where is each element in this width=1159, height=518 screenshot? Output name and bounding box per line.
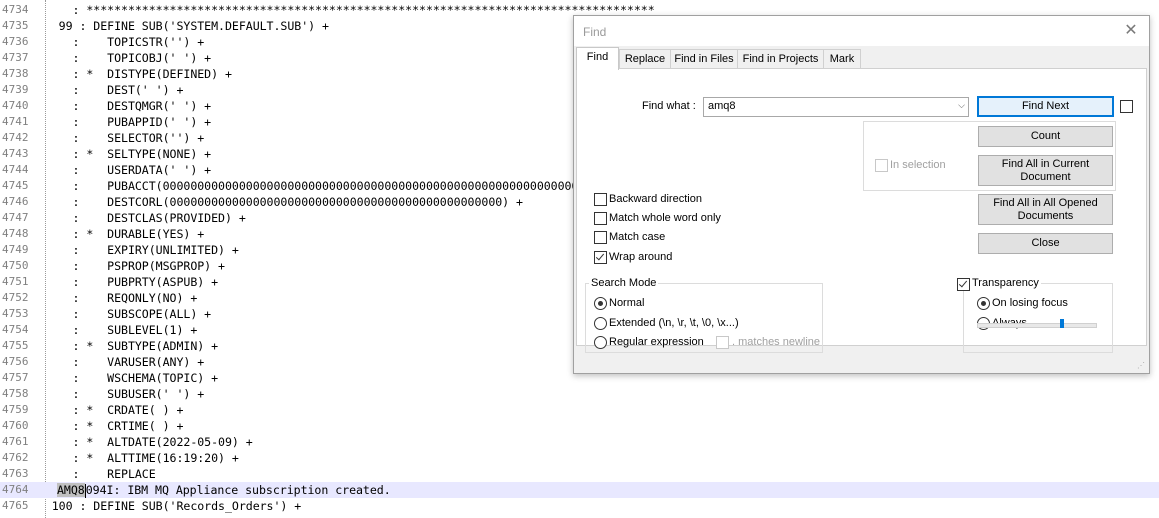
editor-line[interactable]: 4764 AMQ8094I: IBM MQ Appliance subscript… <box>0 482 1159 498</box>
close-icon[interactable]: ✕ <box>1122 22 1140 40</box>
tab-find-in-projects[interactable]: Find in Projects <box>737 49 824 69</box>
editor-line[interactable]: 4763 : REPLACE <box>0 466 1159 482</box>
line-text: : USERDATA(' ') + <box>24 163 212 177</box>
line-text: : * DISTYPE(DEFINED) + <box>24 67 232 81</box>
match-whole-word-checkbox[interactable] <box>594 212 607 225</box>
line-text: : SUBUSER(' ') + <box>24 387 205 401</box>
on-losing-focus-radio[interactable] <box>977 297 990 310</box>
line-text: 100 : DEFINE SUB('Records_Orders') + <box>24 499 302 513</box>
line-text: : SELECTOR('') + <box>24 131 205 145</box>
wrap-around-label: Wrap around <box>609 251 673 263</box>
line-text: : PUBACCT(000000000000000000000000000000… <box>24 179 627 193</box>
line-text: : * ALTDATE(2022-05-09) + <box>24 435 253 449</box>
transparency-slider-thumb[interactable] <box>1060 319 1064 328</box>
line-text: : * DURABLE(YES) + <box>24 227 205 241</box>
line-text: : WSCHEMA(TOPIC) + <box>24 371 219 385</box>
find-what-value: amq8 <box>708 100 736 112</box>
wrap-around-checkbox[interactable] <box>594 251 607 264</box>
line-text: : TOPICOBJ(' ') + <box>24 51 212 65</box>
line-text: : **************************************… <box>24 3 655 17</box>
match-whole-word-label: Match whole word only <box>609 212 721 224</box>
line-text: 99 : DEFINE SUB('SYSTEM.DEFAULT.SUB') + <box>24 19 329 33</box>
count-button[interactable]: Count <box>978 126 1113 147</box>
tab-replace[interactable]: Replace <box>619 49 671 69</box>
find-dialog: Find ✕ Find Replace Find in Files Find i… <box>573 15 1150 374</box>
in-selection-label: In selection <box>890 159 946 171</box>
search-mode-regex-label: Regular expression <box>609 336 704 348</box>
line-text: AMQ8094I: IBM MQ Appliance subscription … <box>57 482 391 498</box>
line-text: : * CRDATE( ) + <box>24 403 184 417</box>
line-text: : PSPROP(MSGPROP) + <box>24 259 226 273</box>
search-mode-regex-radio[interactable] <box>594 336 607 349</box>
editor-line[interactable]: 4758 : SUBUSER(' ') + <box>0 386 1159 402</box>
line-text: : REQONLY(NO) + <box>24 291 198 305</box>
find-what-label: Find what : <box>642 100 696 112</box>
dialog-title: Find <box>583 25 607 39</box>
editor-line[interactable]: 4760 : * CRTIME( ) + <box>0 418 1159 434</box>
matches-newline-checkbox[interactable] <box>716 336 729 349</box>
line-text: : * SELTYPE(NONE) + <box>24 147 212 161</box>
tab-find[interactable]: Find <box>576 47 619 70</box>
close-button[interactable]: Close <box>978 233 1113 254</box>
line-text: : EXPIRY(UNLIMITED) + <box>24 243 239 257</box>
find-next-button[interactable]: Find Next <box>977 96 1114 117</box>
search-mode-normal-label: Normal <box>609 297 645 309</box>
line-text: : DESTCLAS(PROVIDED) + <box>24 211 246 225</box>
tab-find-in-files[interactable]: Find in Files <box>670 49 738 69</box>
backward-direction-checkbox[interactable] <box>594 193 607 206</box>
editor-line[interactable]: 4759 : * CRDATE( ) + <box>0 402 1159 418</box>
line-text: : PUBPRTY(ASPUB) + <box>24 275 219 289</box>
line-text: : * SUBTYPE(ADMIN) + <box>24 339 219 353</box>
transparency-slider-track[interactable] <box>977 323 1097 328</box>
chevron-down-icon[interactable]: ⌵ <box>958 100 965 111</box>
line-text: : DEST(' ') + <box>24 83 184 97</box>
editor-line[interactable]: 4765 100 : DEFINE SUB('Records_Orders') … <box>0 498 1159 514</box>
line-text: : DESTQMGR(' ') + <box>24 99 212 113</box>
line-text-rest: 094I: IBM MQ Appliance subscription crea… <box>85 483 391 497</box>
editor-line[interactable]: 4762 : * ALTTIME(16:19:20) + <box>0 450 1159 466</box>
line-text: : DESTCORL(00000000000000000000000000000… <box>24 195 524 209</box>
find-all-opened-button[interactable]: Find All in All Opened Documents <box>978 194 1113 225</box>
line-text: : * CRTIME( ) + <box>24 419 184 433</box>
dialog-titlebar[interactable]: Find ✕ <box>574 16 1149 46</box>
resize-grip-icon[interactable]: ⋰ <box>1137 361 1147 371</box>
find-panel: Find what : amq8 ⌵ Find Next In selectio… <box>576 68 1147 353</box>
line-number: 4764 <box>2 483 29 496</box>
search-mode-label: Search Mode <box>589 277 659 289</box>
match-case-label: Match case <box>609 231 666 243</box>
find-all-current-button[interactable]: Find All in Current Document <box>978 155 1113 186</box>
search-mode-normal-radio[interactable] <box>594 297 607 310</box>
search-mode-extended-label: Extended (\n, \r, \t, \0, \x...) <box>609 317 739 329</box>
on-losing-focus-label: On losing focus <box>992 297 1068 309</box>
stay-open-checkbox[interactable] <box>1120 100 1133 113</box>
matches-newline-label: . matches newline <box>732 336 821 348</box>
line-text: : TOPICSTR('') + <box>24 35 205 49</box>
line-text: : SUBLEVEL(1) + <box>24 323 198 337</box>
editor-line[interactable]: 4761 : * ALTDATE(2022-05-09) + <box>0 434 1159 450</box>
line-text: : * ALTTIME(16:19:20) + <box>24 451 239 465</box>
tab-mark[interactable]: Mark <box>823 49 861 69</box>
line-text: : PUBAPPID(' ') + <box>24 115 212 129</box>
line-text: : REPLACE <box>24 467 156 481</box>
transparency-label: Transparency <box>970 277 1041 289</box>
in-selection-checkbox[interactable] <box>875 159 888 172</box>
transparency-checkbox[interactable] <box>957 278 970 291</box>
line-text: : SUBSCOPE(ALL) + <box>24 307 212 321</box>
backward-direction-label: Backward direction <box>609 193 702 205</box>
search-match-highlight: AMQ8 <box>57 483 85 497</box>
line-text: : VARUSER(ANY) + <box>24 355 205 369</box>
search-mode-extended-radio[interactable] <box>594 317 607 330</box>
find-what-combobox[interactable]: amq8 ⌵ <box>703 97 969 117</box>
match-case-checkbox[interactable] <box>594 231 607 244</box>
